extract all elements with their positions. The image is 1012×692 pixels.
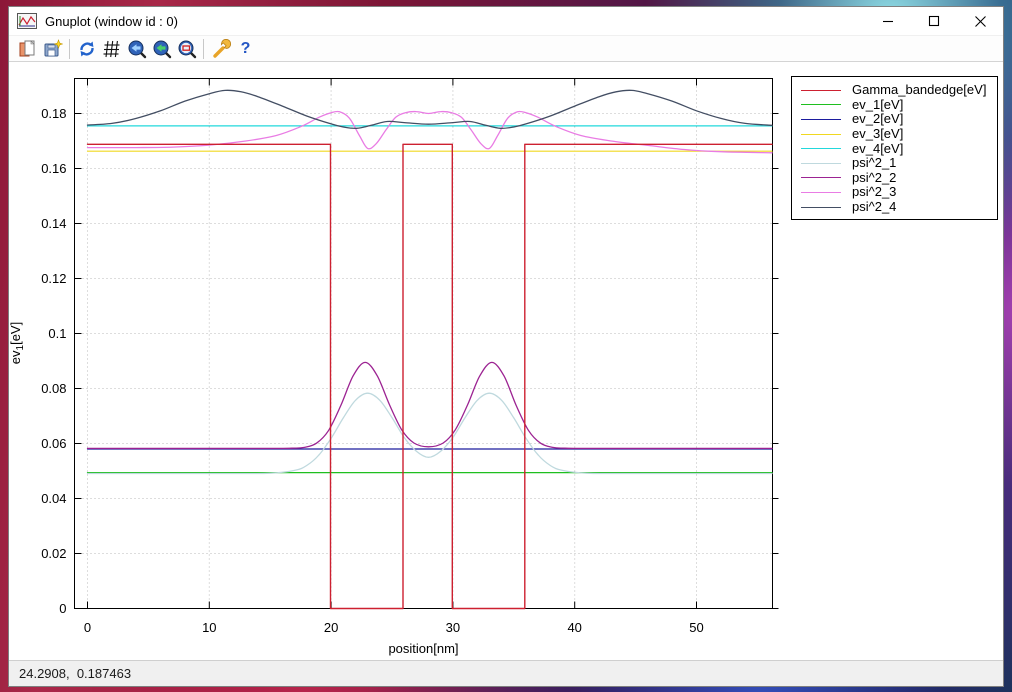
- minimize-button[interactable]: [865, 7, 911, 35]
- status-bar: 24.2908, 0.187463: [9, 660, 1003, 686]
- y-tick-label: 0.06: [41, 436, 66, 451]
- data-series: [88, 90, 773, 608]
- copy-to-clipboard-button[interactable]: [15, 37, 40, 61]
- legend-line-sample: [801, 177, 841, 178]
- x-tick-label: 0: [84, 620, 91, 635]
- toolbar-separator: [69, 39, 70, 59]
- legend-label: ev_4[eV]: [852, 142, 903, 156]
- legend-box: Gamma_bandedge[eV]ev_1[eV]ev_2[eV]ev_3[e…: [791, 76, 998, 220]
- y-tick-label: 0.14: [41, 216, 66, 231]
- toggle-grid-icon: [102, 39, 122, 59]
- x-tick-label: 50: [689, 620, 703, 635]
- legend-label: ev_2[eV]: [852, 112, 903, 126]
- legend-entry: Gamma_bandedge[eV]: [801, 83, 993, 98]
- legend-label: psi^2_4: [852, 200, 896, 214]
- legend-line-sample: [801, 90, 841, 91]
- legend-entry: ev_3[eV]: [801, 127, 993, 142]
- title-bar[interactable]: Gnuplot (window id : 0): [9, 7, 1003, 35]
- legend-label: ev_1[eV]: [852, 98, 903, 112]
- series-psi-2-2: [88, 362, 773, 448]
- previous-zoom-icon: [127, 39, 147, 59]
- maximize-button[interactable]: [911, 7, 957, 35]
- legend-line-sample: [801, 163, 841, 164]
- copy-to-clipboard-icon: [18, 39, 38, 59]
- replot-refresh-icon: [77, 39, 97, 59]
- legend-entry: ev_2[eV]: [801, 112, 993, 127]
- grid-lines: [75, 79, 773, 609]
- x-tick-label: 30: [446, 620, 460, 635]
- legend-entry: psi^2_1: [801, 156, 993, 171]
- unzoom-button[interactable]: [174, 37, 199, 61]
- legend-line-sample: [801, 134, 841, 135]
- x-axis-label: position[nm]: [388, 641, 458, 656]
- x-tick-label: 10: [202, 620, 216, 635]
- help-icon: ?: [241, 40, 251, 58]
- replot-refresh-button[interactable]: [74, 37, 99, 61]
- y-tick-label: 0.02: [41, 546, 66, 561]
- minimize-icon: [882, 15, 894, 27]
- gnuplot-app-icon: [17, 13, 37, 29]
- toggle-grid-button[interactable]: [99, 37, 124, 61]
- legend-label: ev_3[eV]: [852, 127, 903, 141]
- next-zoom-icon: [152, 39, 172, 59]
- legend-line-sample: [801, 148, 841, 149]
- legend-entry: psi^2_3: [801, 185, 993, 200]
- maximize-icon: [928, 15, 940, 27]
- series-gamma-bandedge-ev-: [88, 144, 773, 608]
- legend-label: psi^2_2: [852, 171, 896, 185]
- unzoom-icon: [177, 39, 197, 59]
- legend-entry: psi^2_4: [801, 200, 993, 215]
- window-title: Gnuplot (window id : 0): [45, 14, 178, 29]
- series-psi-2-3: [88, 111, 773, 152]
- window-controls: [865, 7, 1003, 35]
- y-tick-label: 0.08: [41, 381, 66, 396]
- y-tick-label: 0: [59, 601, 66, 616]
- x-tick-label: 40: [567, 620, 581, 635]
- toolbar: ?: [9, 35, 1003, 62]
- series-psi-2-1: [88, 393, 773, 473]
- series-psi-2-4: [88, 90, 773, 128]
- plot-border: [75, 79, 773, 609]
- cursor-coordinates: 24.2908, 0.187463: [19, 666, 131, 681]
- legend-line-sample: [801, 192, 841, 193]
- legend-entry: psi^2_2: [801, 171, 993, 186]
- gnuplot-window: Gnuplot (window id : 0): [8, 6, 1004, 687]
- y-tick-label: 0.16: [41, 161, 66, 176]
- legend-line-sample: [801, 119, 841, 120]
- legend-line-sample: [801, 207, 841, 208]
- options-wrench-icon: [211, 39, 231, 59]
- y-tick-label: 0.18: [41, 106, 66, 121]
- axis-ticks: [75, 79, 779, 609]
- x-tick-label: 20: [324, 620, 338, 635]
- y-axis-label: ev1[eV]: [9, 322, 26, 364]
- save-graph-icon: [43, 39, 63, 59]
- y-tick-label: 0.1: [48, 326, 66, 341]
- legend-label: psi^2_3: [852, 185, 896, 199]
- legend-label: psi^2_1: [852, 156, 896, 170]
- legend-entry: ev_4[eV]: [801, 141, 993, 156]
- tick-labels: 0 0.02 0.04 0.06 0.08 0.1 0.12 0.14 0.16 0.18 0 10 2…: [41, 106, 704, 635]
- save-graph-button[interactable]: [40, 37, 65, 61]
- options-wrench-button[interactable]: [208, 37, 233, 61]
- close-icon: [974, 15, 987, 28]
- legend-label: Gamma_bandedge[eV]: [852, 83, 986, 97]
- close-button[interactable]: [957, 7, 1003, 35]
- y-tick-label: 0.04: [41, 491, 66, 506]
- plot-canvas[interactable]: 0 0.02 0.04 0.06 0.08 0.1 0.12 0.14 0.16 0.18 0 10 2…: [9, 62, 1003, 660]
- toolbar-separator: [203, 39, 204, 59]
- previous-zoom-button[interactable]: [124, 37, 149, 61]
- next-zoom-button[interactable]: [149, 37, 174, 61]
- legend-line-sample: [801, 104, 841, 105]
- legend-entry: ev_1[eV]: [801, 98, 993, 113]
- help-button[interactable]: ?: [233, 37, 258, 61]
- y-tick-label: 0.12: [41, 271, 66, 286]
